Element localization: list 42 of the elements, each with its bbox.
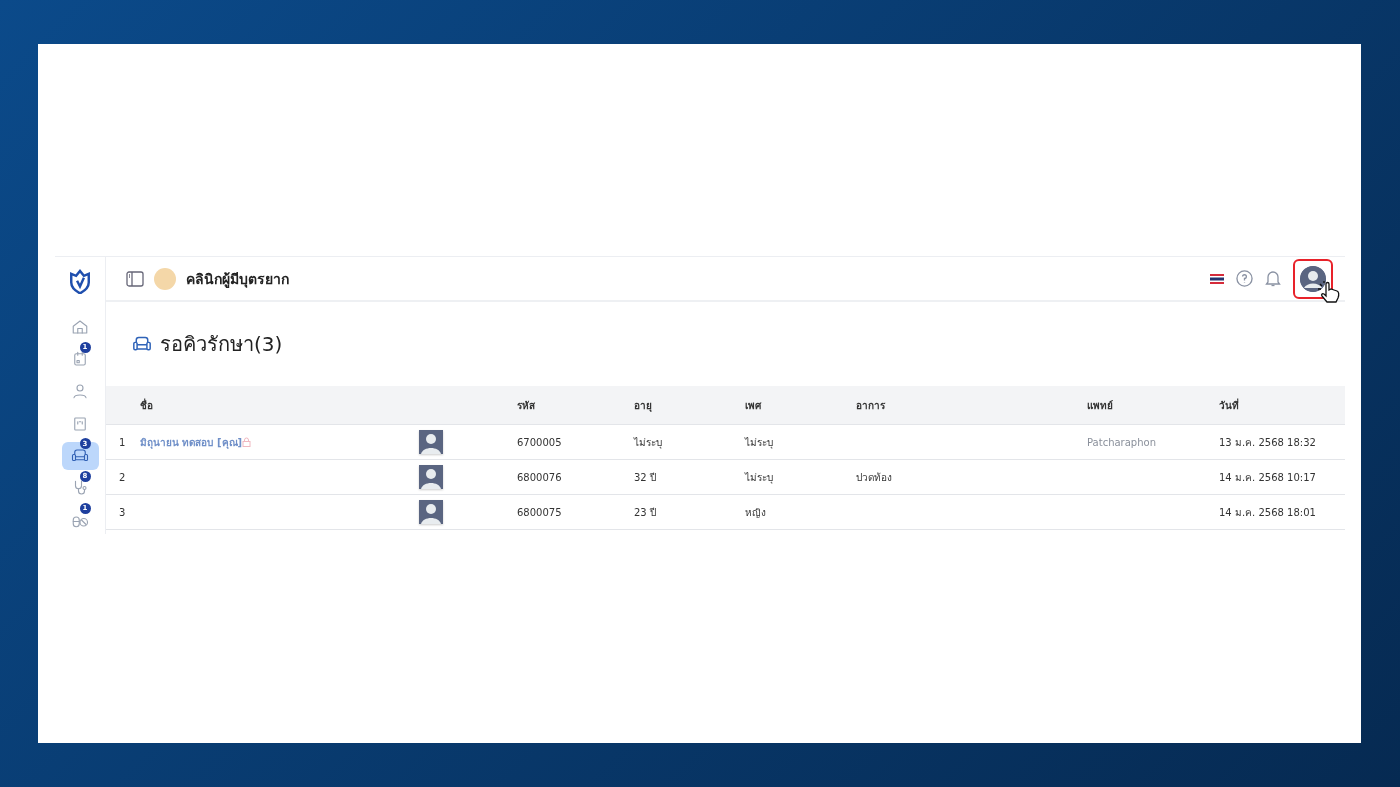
table-row[interactable]: 1 มิถุนายน ทดสอบ [คุณ] 6700005 ไม่ระบุ ไม่ระบุ Patcharaphon 13 ม.ค. 2568 18:32 <box>106 425 1345 460</box>
patient-sex: ไม่ระบุ <box>745 470 773 485</box>
row-number: 2 <box>119 471 126 483</box>
bell-icon[interactable] <box>1265 270 1281 287</box>
column-header: เพศ <box>745 398 761 413</box>
row-number: 1 <box>119 436 126 448</box>
calendar-icon <box>71 350 89 369</box>
column-header: รหัส <box>517 398 535 413</box>
symptom-text: ปวดท้อง <box>856 470 892 485</box>
id-card-icon <box>71 414 89 433</box>
visit-date: 14 ม.ค. 2568 10:17 <box>1219 470 1316 485</box>
column-header: อายุ <box>634 398 652 413</box>
column-header: แพทย์ <box>1087 398 1113 413</box>
person-icon <box>71 382 89 401</box>
thai-flag-icon[interactable] <box>1210 273 1224 284</box>
patient-avatar <box>419 430 443 454</box>
patient-avatar <box>419 500 443 524</box>
visit-date: 13 ม.ค. 2568 18:32 <box>1219 435 1316 450</box>
help-icon[interactable] <box>1236 270 1253 287</box>
sofa-icon <box>132 335 152 353</box>
table-row[interactable]: 2 6800076 32 ปี ไม่ระบุ ปวดท้อง 14 ม.ค. 2568 10:17 <box>106 460 1345 495</box>
patient-code: 6800075 <box>517 506 562 518</box>
patient-avatar <box>419 465 443 489</box>
patient-sex: ไม่ระบุ <box>745 435 773 450</box>
patient-age: 32 ปี <box>634 470 656 485</box>
patient-sex: หญิง <box>745 505 766 520</box>
column-header: ชื่อ <box>140 397 153 413</box>
page-heading: รอคิวรักษา(3) <box>160 331 283 358</box>
column-header: อาการ <box>856 398 885 413</box>
clinic-logo <box>154 267 176 290</box>
patient-age: 23 ปี <box>634 505 656 520</box>
table-row[interactable]: 3 6800075 23 ปี หญิง 14 ม.ค. 2568 18:01 <box>106 495 1345 530</box>
sidebar-toggle-icon[interactable] <box>126 270 144 287</box>
patient-age: ไม่ระบุ <box>634 435 662 450</box>
visit-date: 14 ม.ค. 2568 18:01 <box>1219 505 1316 520</box>
column-header: วันที่ <box>1219 397 1239 413</box>
clinic-name: คลินิกผู้มีบุตรยาก <box>186 269 289 290</box>
row-number: 3 <box>119 506 126 518</box>
patient-code: 6700005 <box>517 436 562 448</box>
patient-code: 6800076 <box>517 471 562 483</box>
doctor-name: Patcharaphon <box>1087 436 1156 448</box>
logo-icon <box>68 269 92 295</box>
